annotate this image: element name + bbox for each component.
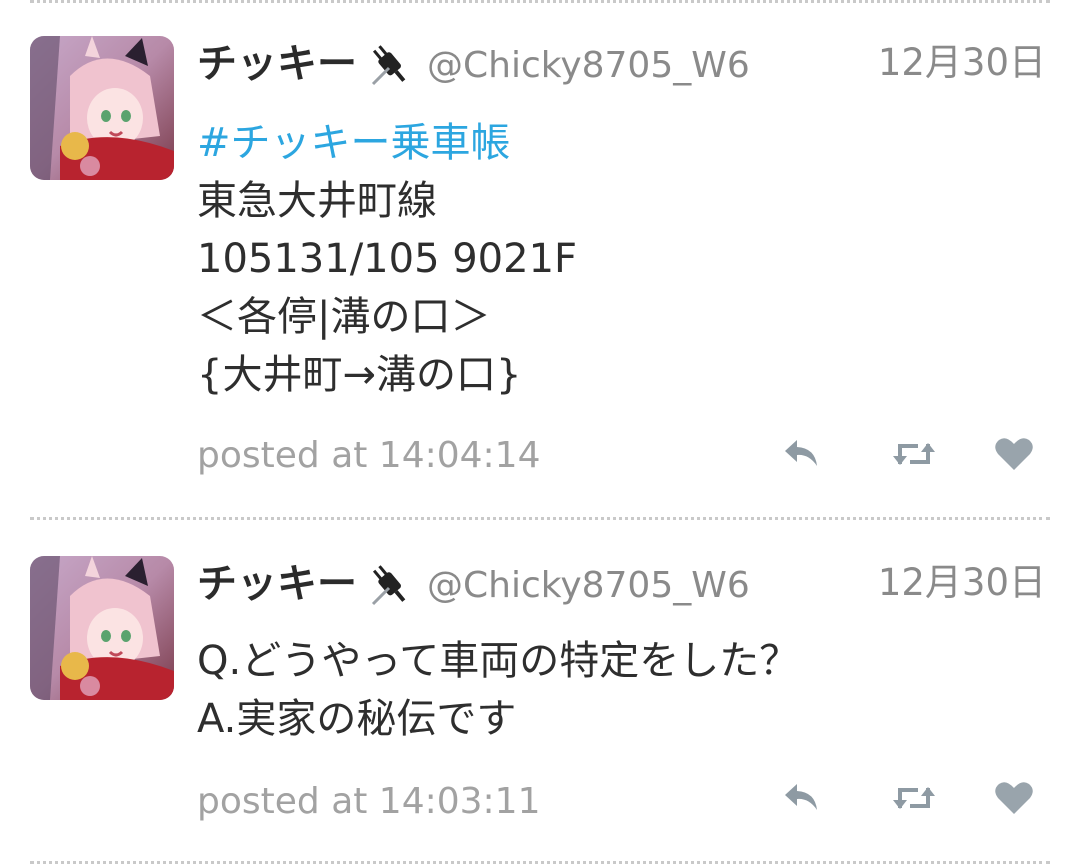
- retweet-icon: [892, 438, 936, 470]
- tweet-text-line: ＜各停|溝の口＞: [197, 294, 491, 340]
- tweet-text-line: 東急大井町線: [197, 178, 437, 224]
- hashtag-link[interactable]: #チッキー乗車帳: [197, 114, 1037, 172]
- tweet-date[interactable]: 12月30日: [878, 40, 1046, 86]
- tweet-date[interactable]: 12月30日: [878, 560, 1046, 606]
- tweet-text: Q.どうやって車両の特定をした？ A.実家の秘伝です: [197, 632, 1037, 748]
- tweet-text-line: A.実家の秘伝です: [197, 696, 517, 742]
- screen-name[interactable]: @Chicky8705_W6: [427, 564, 750, 608]
- like-button[interactable]: [984, 774, 1044, 822]
- avatar[interactable]: [30, 36, 174, 180]
- divider: [30, 517, 1050, 520]
- reply-button[interactable]: [772, 430, 832, 478]
- tweet[interactable]: チッキー @Chicky8705_W6 12月30日 #チッキー乗車帳 東急大井…: [0, 36, 1080, 506]
- retweet-button[interactable]: [884, 430, 944, 478]
- posted-at: posted at 14:04:14: [197, 435, 541, 476]
- screen-name[interactable]: @Chicky8705_W6: [427, 44, 750, 88]
- heart-icon: [994, 780, 1034, 816]
- retweet-button[interactable]: [884, 774, 944, 822]
- reply-icon: [783, 438, 821, 470]
- reply-button[interactable]: [772, 774, 832, 822]
- tweet-text-line: Q.どうやって車両の特定をした？: [197, 638, 800, 684]
- plug-icon: [369, 558, 409, 608]
- tweet-text-line: 105131/105 9021F: [197, 236, 578, 282]
- reply-icon: [783, 782, 821, 814]
- tweet-text: #チッキー乗車帳 東急大井町線 105131/105 9021F ＜各停|溝の口…: [197, 114, 1037, 404]
- divider: [30, 861, 1050, 864]
- divider: [30, 0, 1050, 3]
- tweet[interactable]: チッキー @Chicky8705_W6 12月30日 Q.どうやって車両の特定を…: [0, 556, 1080, 856]
- plug-icon: [369, 38, 409, 88]
- retweet-icon: [892, 782, 936, 814]
- posted-at: posted at 14:03:11: [197, 781, 541, 822]
- timeline: チッキー @Chicky8705_W6 12月30日 #チッキー乗車帳 東急大井…: [0, 0, 1080, 866]
- like-button[interactable]: [984, 430, 1044, 478]
- display-name[interactable]: チッキー: [197, 560, 369, 608]
- display-name[interactable]: チッキー: [197, 40, 369, 88]
- avatar[interactable]: [30, 556, 174, 700]
- tweet-text-line: {大井町→溝の口}: [197, 352, 522, 398]
- heart-icon: [994, 436, 1034, 472]
